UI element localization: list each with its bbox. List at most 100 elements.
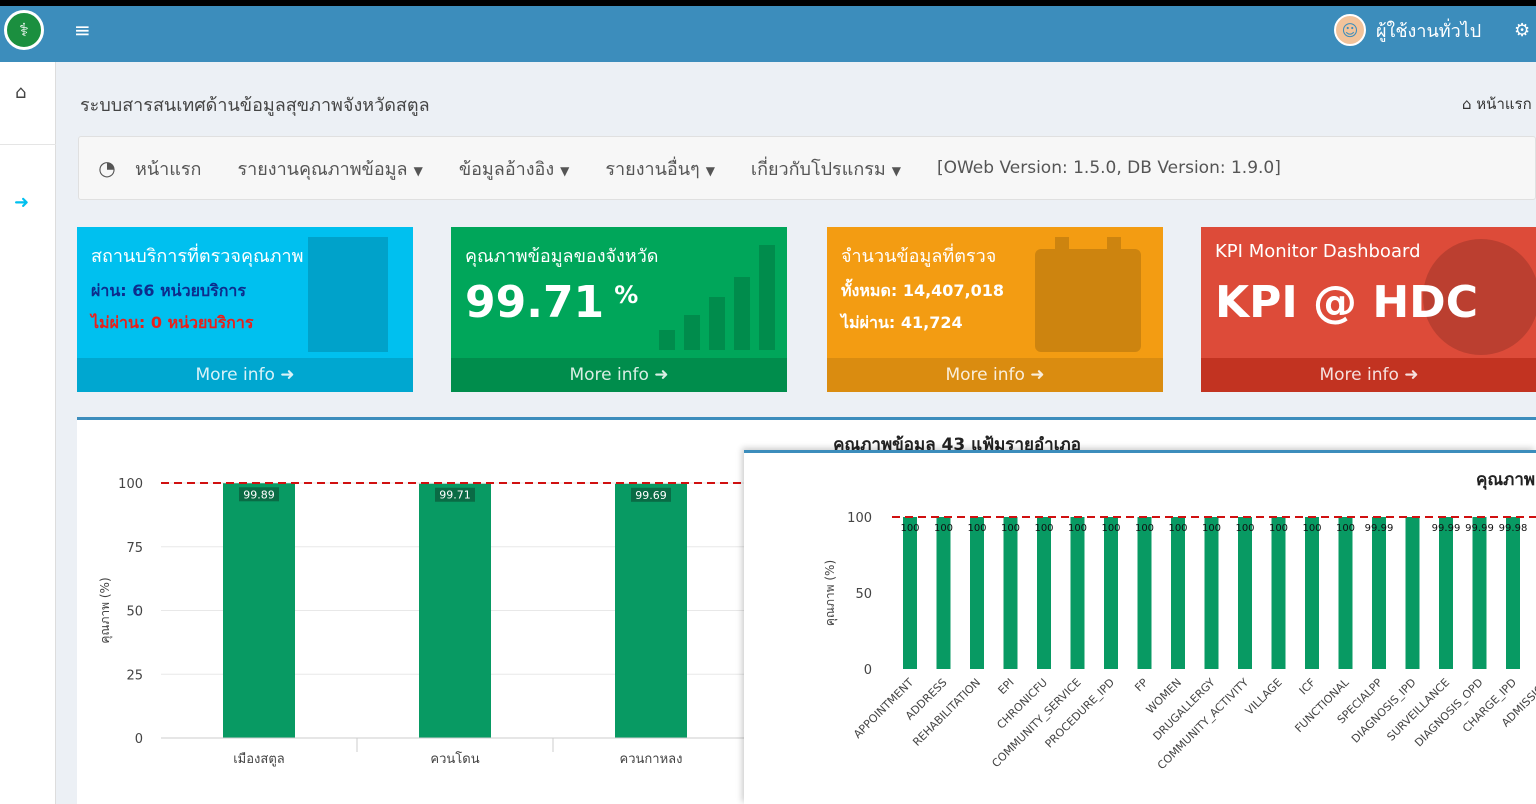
quality-box: คุณภาพข้อมูลของจังหวัด 99.71% More info … xyxy=(451,227,787,392)
records-total: ทั้งหมด: 14,407,018 xyxy=(841,281,1005,300)
top-black-strip xyxy=(0,0,1536,6)
sidebar-login-icon[interactable]: ➜ xyxy=(14,192,29,213)
building-icon xyxy=(308,237,388,352)
bar[interactable] xyxy=(223,483,295,738)
bar[interactable] xyxy=(970,517,984,669)
hamburger-menu-icon[interactable]: ≡ xyxy=(74,18,91,42)
nav-reference[interactable]: ข้อมูลอ้างอิง ▼ xyxy=(459,154,570,183)
user-menu[interactable]: ☺ ผู้ใช้งานทั่วไป xyxy=(1334,14,1481,46)
data-label: 100 xyxy=(1235,523,1254,534)
signal-bars-icon xyxy=(659,245,775,350)
kpi-box: KPI Monitor Dashboard KPI @ HDC More inf… xyxy=(1201,227,1536,392)
bar[interactable] xyxy=(1003,517,1018,669)
gears-icon[interactable]: ⚙ xyxy=(1514,20,1530,41)
data-label: 99.71 xyxy=(439,489,471,502)
x-tick-label: ควนกาหลง xyxy=(620,752,683,767)
file-quality-chart: คุณภาพ050100คุณภาพ (%)100APPOINTMENT100A… xyxy=(823,470,1536,772)
services-more-info[interactable]: More info ➜ xyxy=(77,358,413,392)
bar[interactable] xyxy=(1204,517,1219,669)
nav-home[interactable]: หน้าแรก xyxy=(135,154,201,183)
user-name: ผู้ใช้งานทั่วไป xyxy=(1376,20,1482,42)
services-fail: ไม่ผ่าน: 0 หน่วยบริการ xyxy=(91,313,254,332)
records-more-info[interactable]: More info ➜ xyxy=(827,358,1163,392)
caret-down-icon: ▼ xyxy=(413,163,423,178)
bar[interactable] xyxy=(1238,517,1252,669)
file-quality-popup: คุณภาพ 0 50 100 คุณภาพ (%) 100 APPOINTMENT 100 A… xyxy=(744,450,1536,804)
nav-other-reports[interactable]: รายงานอื่นๆ ▼ xyxy=(605,154,715,183)
data-label: 99.89 xyxy=(243,488,275,501)
breadcrumb[interactable]: ⌂ หน้าแรก xyxy=(1462,92,1532,116)
user-avatar-icon: ☺ xyxy=(1334,14,1366,46)
nav-home-label: หน้าแรก xyxy=(135,158,202,180)
data-label: 100 xyxy=(1269,523,1288,534)
quality-unit: % xyxy=(614,281,639,309)
x-tick-label: FP xyxy=(1132,676,1151,695)
data-label: 100 xyxy=(1034,523,1053,534)
quality-value: 99.71 xyxy=(465,277,605,328)
y-tick-label: 100 xyxy=(118,477,143,492)
sidebar-home-icon[interactable]: ⌂ xyxy=(15,82,26,103)
nav-about[interactable]: เกี่ยวกับโปรแกรม ▼ xyxy=(751,154,901,183)
app-window: ⚕ ≡ ☺ ผู้ใช้งานทั่วไป ⚙ ⌂ ➜ ระบบสารสนเทศ… xyxy=(0,0,1536,804)
bar[interactable] xyxy=(1372,517,1386,669)
bar[interactable] xyxy=(936,517,951,669)
y-axis-label: คุณภาพ (%) xyxy=(823,560,838,626)
calendar-check-icon xyxy=(1035,237,1141,352)
bar[interactable] xyxy=(1305,517,1319,669)
bar[interactable] xyxy=(1271,517,1286,669)
nav-other-reports-label: รายงานอื่นๆ xyxy=(605,158,700,180)
data-label: 99.99 xyxy=(1465,523,1494,534)
ministry-logo-icon[interactable]: ⚕ xyxy=(4,10,44,50)
records-fail: ไม่ผ่าน: 41,724 xyxy=(841,313,963,332)
data-label: 99.99 xyxy=(1432,523,1461,534)
bar[interactable] xyxy=(1338,517,1353,669)
data-label: 100 xyxy=(1336,523,1355,534)
y-axis-label: คุณภาพ (%) xyxy=(98,577,113,643)
version-info: [OWeb Version: 1.5.0, DB Version: 1.9.0] xyxy=(936,158,1281,178)
x-tick-label: VILLAGE xyxy=(1243,676,1285,718)
kpi-more-info[interactable]: More info ➜ xyxy=(1201,358,1536,392)
bar[interactable] xyxy=(1472,517,1487,669)
records-title: จำนวนข้อมูลที่ตรวจ xyxy=(841,246,997,267)
data-label: 100 xyxy=(1068,523,1087,534)
quality-value-wrap: 99.71% xyxy=(465,277,638,328)
bar[interactable] xyxy=(1104,517,1118,669)
y-tick-label: 50 xyxy=(855,587,872,602)
bar[interactable] xyxy=(1137,517,1152,669)
nav-reference-label: ข้อมูลอ้างอิง xyxy=(458,158,555,180)
sidebar-divider xyxy=(0,144,56,145)
bar[interactable] xyxy=(615,483,687,738)
bar[interactable] xyxy=(419,483,491,738)
bar[interactable] xyxy=(1405,517,1420,669)
bar[interactable] xyxy=(1506,517,1520,669)
services-box: สถานบริการที่ตรวจคุณภาพ ผ่าน: 66 หน่วยบร… xyxy=(77,227,413,392)
x-tick-label: APPOINTMENT xyxy=(851,676,916,741)
data-label: 100 xyxy=(1302,523,1321,534)
data-label: 100 xyxy=(1001,523,1020,534)
chart-title: คุณภาพ xyxy=(1476,470,1535,490)
bar[interactable] xyxy=(1171,517,1185,669)
breadcrumb-home-icon: ⌂ xyxy=(1462,95,1477,113)
nav-report-quality[interactable]: รายงานคุณภาพข้อมูล ▼ xyxy=(237,154,422,183)
data-label: 99.98 xyxy=(1499,523,1528,534)
bar[interactable] xyxy=(903,517,917,669)
data-label: 100 xyxy=(900,523,919,534)
x-tick-label: ควนโดน xyxy=(430,751,479,767)
quality-more-info[interactable]: More info ➜ xyxy=(451,358,787,392)
data-label: 100 xyxy=(1202,523,1221,534)
x-tick-label: ICF xyxy=(1297,676,1318,697)
y-tick-label: 0 xyxy=(135,732,143,747)
y-tick-label: 100 xyxy=(847,511,872,526)
page-title: ระบบสารสนเทศด้านข้อมูลสุขภาพจังหวัดสตูล xyxy=(80,95,430,116)
data-label: 99.99 xyxy=(1365,523,1394,534)
data-label: 100 xyxy=(1135,523,1154,534)
y-tick-label: 25 xyxy=(126,668,143,683)
x-tick-label: เมืองสตูล xyxy=(233,751,285,767)
dashboard-icon[interactable]: ◔ xyxy=(79,156,135,180)
bar[interactable] xyxy=(1070,517,1085,669)
nav-about-label: เกี่ยวกับโปรแกรม xyxy=(750,158,886,180)
data-label: 100 xyxy=(1168,523,1187,534)
bar[interactable] xyxy=(1439,517,1453,669)
menu-navbar: ◔ หน้าแรก รายงานคุณภาพข้อมูล ▼ ข้อมูลอ้าง… xyxy=(78,136,1536,200)
bar[interactable] xyxy=(1037,517,1051,669)
